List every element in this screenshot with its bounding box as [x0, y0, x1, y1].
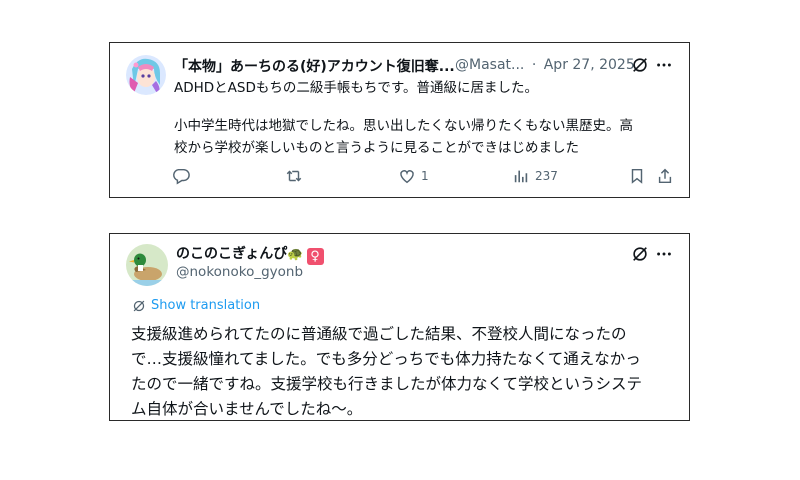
tweet-actions: 1 237: [170, 165, 675, 187]
views-count: 237: [535, 169, 558, 183]
handle[interactable]: @nokonoko_gyonb: [176, 264, 303, 280]
views-icon: [514, 170, 528, 183]
retweet-icon: [286, 170, 302, 182]
tweet-text-line-2: で…支援級憧れてました。でも多分どっちでも体力持たなくて通えなかっ: [131, 350, 641, 368]
views-button[interactable]: 237: [512, 165, 558, 187]
grok-icon[interactable]: [630, 244, 650, 264]
tweet-text-line-1: ADHDとASDもちの二級手帳もちです。普通級に居ました。: [174, 80, 539, 96]
share-icon: [658, 168, 672, 184]
avatar[interactable]: [126, 244, 168, 286]
reply-button[interactable]: [172, 165, 190, 187]
bookmark-icon: [631, 168, 643, 184]
retweet-button[interactable]: [285, 165, 303, 187]
female-sign-badge: ♀: [306, 248, 324, 265]
show-translation-label[interactable]: Show translation: [151, 298, 260, 313]
display-name[interactable]: 「本物」あーちのる(好)アカウント復旧奪...: [174, 56, 455, 76]
tweet-text-line-3: たので一緒ですね。支援学校も行きましたが体力なくて学校というシステ: [131, 375, 643, 393]
more-icon[interactable]: [654, 244, 674, 264]
display-name[interactable]: のこのこぎょんぴ: [176, 246, 287, 262]
tweet-date[interactable]: Apr 27, 2025: [544, 57, 635, 73]
like-count: 1: [421, 169, 429, 183]
tweet-text-line-4: ム自体が合いませんでしたね〜。: [131, 400, 363, 418]
share-button[interactable]: [656, 165, 674, 187]
tweet-text-line-1: 支援級進められてたのに普通級で過ごした結果、不登校人間になったの: [131, 325, 627, 343]
like-button[interactable]: 1: [398, 165, 429, 187]
reply-icon: [173, 168, 190, 185]
show-translation-link[interactable]: Show translation: [132, 298, 260, 313]
handle[interactable]: @Masat...: [455, 57, 524, 73]
translate-icon: [133, 300, 145, 311]
tweet-card-2[interactable]: のこのこぎょんぴ🐢 ♀ @nokonoko_gyonb Show translat…: [109, 233, 690, 421]
tweet-card-1[interactable]: 「本物」あーちのる(好)アカウント復旧奪... @Masat... · Apr …: [109, 42, 690, 198]
more-icon[interactable]: [654, 55, 674, 75]
tweet-text-line-3: 校から学校が楽しいものと言うように見ることができはじめました: [174, 140, 579, 156]
tweet-text: 支援級進められてたのに普通級で過ごした結果、不登校人間になったの で…支援級憧れ…: [131, 322, 642, 422]
bookmark-button[interactable]: [628, 165, 646, 187]
separator: ·: [531, 57, 537, 73]
tweet-text-line-2: 小中学生時代は地獄でしたね。思い出したくない帰りたくもない黒歴史。高: [174, 118, 633, 134]
turtle-emoji: 🐢: [287, 247, 304, 262]
handle-date-line: @Masat... · Apr 27, 2025: [455, 57, 635, 73]
like-icon: [400, 170, 414, 184]
avatar[interactable]: [126, 55, 166, 95]
grok-icon[interactable]: [630, 55, 650, 75]
display-name-line: のこのこぎょんぴ🐢 ♀: [176, 243, 324, 265]
